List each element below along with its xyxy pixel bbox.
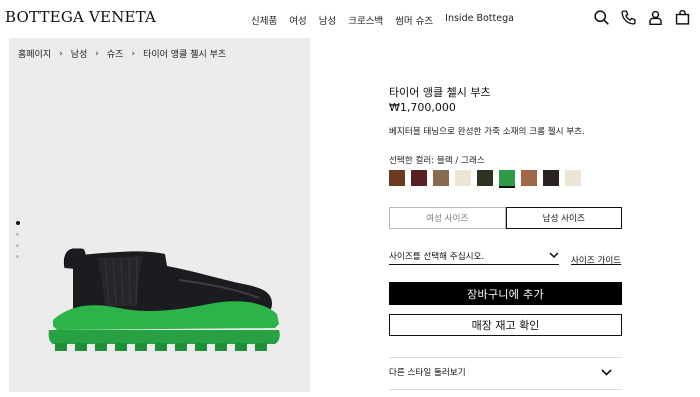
nav-item-new[interactable]: 신제품 [251, 13, 277, 27]
product-image-boot [48, 248, 280, 351]
more-styles-label: 다른 스타일 둘러보기 [389, 368, 466, 378]
carousel-dot[interactable] [16, 244, 19, 247]
site-header: BOTTEGA VENETA 신제품 여성 남성 크로스백 썸머 슈즈 Insi… [0, 0, 700, 38]
color-swatches [389, 170, 581, 186]
chevron-right-icon: › [95, 48, 99, 59]
chevron-down-icon [549, 252, 559, 259]
more-styles-accordion[interactable]: 다른 스타일 둘러보기 [389, 366, 612, 378]
color-swatch[interactable] [565, 170, 581, 186]
header-icons [593, 9, 691, 26]
tab-women-size[interactable]: 여성 사이즈 [389, 207, 506, 229]
color-swatch[interactable] [433, 170, 449, 186]
color-swatch[interactable] [543, 170, 559, 186]
breadcrumb-shoes[interactable]: 슈즈 [107, 47, 124, 60]
breadcrumb-home[interactable]: 홈페이지 [18, 47, 51, 60]
color-swatch[interactable] [521, 170, 537, 186]
chevron-right-icon: › [131, 48, 136, 59]
color-swatch[interactable] [477, 170, 493, 186]
nav-item-women[interactable]: 여성 [289, 13, 306, 27]
user-icon[interactable] [647, 9, 664, 26]
shopping-bag-icon[interactable] [674, 9, 691, 26]
nav-item-summer-shoes[interactable]: 썸머 슈즈 [395, 13, 433, 27]
color-swatch[interactable] [389, 170, 405, 186]
carousel-dot[interactable] [16, 221, 20, 225]
breadcrumb-men[interactable]: 남성 [71, 47, 88, 60]
size-guide-link[interactable]: 사이즈 가이드 [571, 254, 621, 266]
check-store-stock-button[interactable]: 매장 재고 확인 [389, 314, 622, 336]
size-select-dropdown[interactable]: 사이즈를 선택해 주십시오. [389, 249, 559, 265]
carousel-dot[interactable] [16, 255, 19, 258]
product-image-panel: 홈페이지 › 남성 › 슈즈 › 타이어 앵클 첼시 부츠 [9, 38, 310, 392]
chevron-right-icon: › [59, 48, 63, 59]
brand-logo[interactable]: BOTTEGA VENETA [5, 8, 156, 26]
tab-men-size[interactable]: 남성 사이즈 [505, 207, 622, 229]
size-tabs: 여성 사이즈 남성 사이즈 [389, 207, 622, 229]
divider [389, 357, 622, 358]
breadcrumb: 홈페이지 › 남성 › 슈즈 › 타이어 앵클 첼시 부츠 [18, 47, 227, 61]
nav-item-men[interactable]: 남성 [319, 13, 336, 27]
carousel-dots [16, 221, 20, 258]
add-to-cart-button[interactable]: 장바구니에 추가 [389, 282, 622, 305]
color-swatch[interactable] [411, 170, 427, 186]
product-description: 베지터블 태닝으로 완성한 가죽 소재의 크롬 첼시 부츠. [389, 127, 585, 137]
product-title: 타이어 앵클 첼시 부츠 [389, 86, 491, 99]
nav-item-crossbody[interactable]: 크로스백 [348, 13, 383, 27]
carousel-dot[interactable] [16, 233, 19, 236]
main-nav: 신제품 여성 남성 크로스백 썸머 슈즈 Inside Bottega [251, 13, 514, 27]
color-swatch-selected[interactable] [499, 170, 515, 186]
selected-color-label: 선택한 컬러: 블랙 / 그래스 [389, 156, 485, 166]
nav-item-inside-bottega[interactable]: Inside Bottega [445, 13, 514, 27]
search-icon[interactable] [593, 9, 610, 26]
color-swatch[interactable] [455, 170, 471, 186]
divider [389, 389, 622, 390]
chevron-down-icon [601, 368, 612, 376]
breadcrumb-current: 타이어 앵클 첼시 부츠 [143, 50, 227, 60]
size-select-placeholder: 사이즈를 선택해 주십시오. [389, 251, 485, 262]
phone-icon[interactable] [620, 9, 637, 26]
product-price: ₩1,700,000 [389, 101, 456, 114]
